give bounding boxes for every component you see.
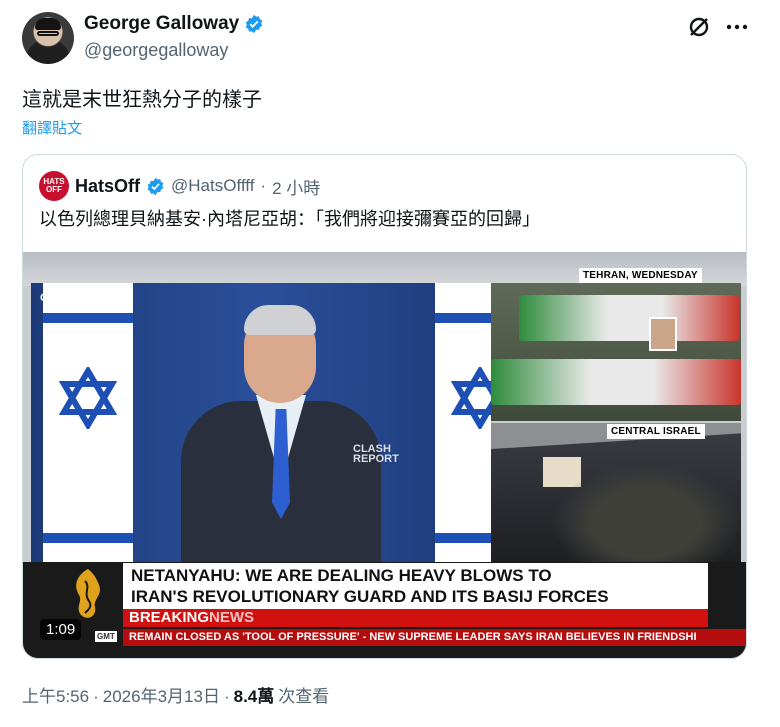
avatar-glasses — [37, 31, 59, 36]
author-avatar[interactable] — [22, 12, 74, 64]
author-name-row: George Galloway — [84, 13, 264, 35]
headline-banner: NETANYAHU: WE ARE DEALING HEAVY BLOWS TO… — [123, 563, 708, 609]
views-label: 次查看 — [278, 687, 330, 706]
flag-draped-coffin — [491, 359, 741, 405]
tweet-meta: 上午5:56 · 2026年3月13日 · 8.4萬 次查看 — [22, 682, 329, 707]
tweet-text: 這就是末世狂熱分子的樣子 — [22, 89, 262, 111]
quoted-timestamp[interactable]: 2 小時 — [272, 174, 320, 199]
watermark-line-2: REPORT — [353, 453, 399, 465]
coffin-photo — [649, 317, 677, 351]
al-jazeera-logo-icon — [76, 569, 100, 618]
clash-report-watermark: CLASH REPORT — [353, 444, 399, 465]
star-of-david-icon — [58, 367, 118, 429]
breaking-label: BREAKING — [129, 609, 210, 626]
video-player[interactable]: GPO CLASH REPORT TEHRAN, WEDNESDAY CENTR… — [23, 252, 746, 658]
author-name[interactable]: George Galloway — [84, 13, 239, 35]
quoted-tweet[interactable]: HATS OFF HatsOff @HatsOffff · 2 小時 以色列總理… — [22, 154, 747, 659]
headline-line-2: IRAN'S REVOLUTIONARY GUARD AND ITS BASIJ… — [131, 587, 609, 606]
quoted-author-name[interactable]: HatsOff — [75, 176, 140, 197]
headline-line-1: NETANYAHU: WE ARE DEALING HEAVY BLOWS TO — [131, 566, 552, 585]
speaker-panel: GPO CLASH REPORT — [31, 283, 491, 563]
news-ticker-area: NETANYAHU: WE ARE DEALING HEAVY BLOWS TO… — [23, 562, 746, 658]
breaking-news-bar: BREAKING NEWS — [123, 609, 708, 627]
news-crawl: REMAIN CLOSED AS 'TOOL OF PRESSURE' - NE… — [123, 629, 746, 646]
caption-tehran: TEHRAN, WEDNESDAY — [579, 268, 702, 283]
israeli-flag-right — [435, 283, 491, 563]
author-handle[interactable]: @georgegalloway — [84, 40, 228, 61]
quoted-separator: · — [260, 176, 267, 195]
views-count: 8.4萬 — [233, 687, 275, 706]
news-label: NEWS — [209, 609, 254, 626]
post-date[interactable]: 2026年3月13日 — [103, 682, 220, 707]
speaker-hair — [244, 305, 316, 335]
star-of-david-icon — [450, 367, 491, 429]
gmt-label: GMT — [95, 631, 117, 642]
fallen-tree — [551, 463, 741, 563]
tehran-footage-panel — [491, 283, 741, 421]
quoted-author-handle[interactable]: @HatsOffff — [171, 176, 254, 196]
gpo-logo: GPO — [40, 292, 65, 304]
flag-draped-coffin — [519, 295, 739, 351]
caption-central-israel: CENTRAL ISRAEL — [607, 424, 705, 439]
tweet-header: George Galloway @georgegalloway — [22, 12, 758, 64]
quoted-avatar[interactable]: HATS OFF — [39, 171, 69, 201]
central-israel-footage-panel — [491, 423, 741, 563]
israeli-flag-left — [43, 283, 133, 563]
quoted-text: 以色列總理貝納基安·內塔尼亞胡：「我們將迎接彌賽亞的回歸」 — [39, 209, 540, 229]
meta-separator: · — [223, 687, 230, 706]
meta-separator: · — [93, 687, 99, 706]
video-duration-badge: 1:09 — [40, 619, 82, 640]
verified-badge-icon — [147, 177, 164, 195]
more-options-icon[interactable] — [724, 14, 750, 40]
verified-badge-icon — [245, 14, 263, 34]
grok-icon[interactable] — [686, 14, 712, 40]
avatar-hat — [35, 18, 61, 30]
quoted-header: HATS OFF HatsOff @HatsOffff · 2 小時 — [39, 171, 320, 201]
post-time[interactable]: 上午5:56 — [22, 682, 89, 707]
translate-post-link[interactable]: 翻譯貼文 — [22, 117, 82, 138]
